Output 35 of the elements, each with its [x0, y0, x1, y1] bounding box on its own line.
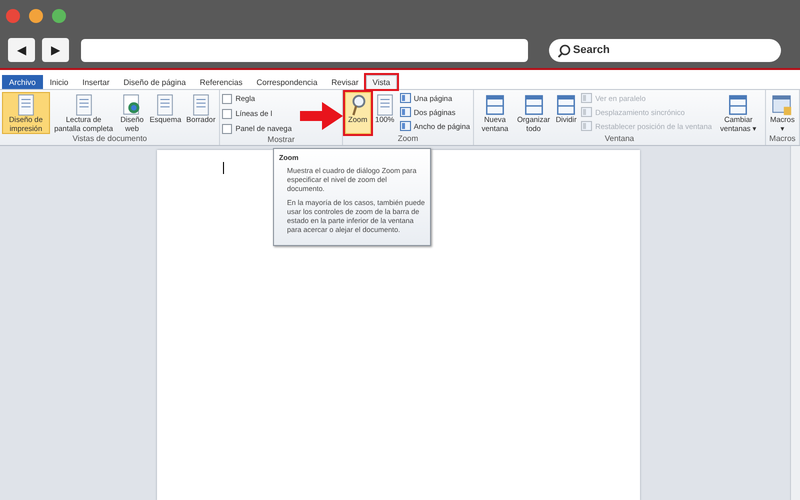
window-icon [522, 94, 545, 116]
maximize-dot [51, 8, 67, 24]
pointer-arrow [300, 101, 344, 131]
group-label: Vistas de documento [71, 134, 148, 145]
scrollbar[interactable] [790, 146, 800, 500]
page-icon [581, 93, 592, 103]
ribbon-tab[interactable]: Diseño de página [116, 75, 193, 89]
ribbon-tab[interactable]: Insertar [75, 75, 116, 89]
ribbon-tab[interactable]: Correspondencia [249, 75, 324, 89]
ribbon-tab[interactable]: Referencias [192, 75, 250, 89]
minimize-dot [28, 8, 44, 24]
window-icon [727, 94, 750, 116]
back-button[interactable]: ◀ [8, 38, 35, 62]
address-field[interactable] [81, 38, 528, 62]
group-label: Ventana [604, 134, 636, 145]
ribbon-tab[interactable]: Vista [366, 75, 398, 89]
search-field[interactable]: Search [549, 38, 781, 62]
forward-button[interactable]: ▶ [42, 38, 69, 62]
window-icon [484, 94, 506, 116]
window-icon [555, 94, 578, 116]
page-icon [400, 121, 411, 131]
page-icon [581, 107, 592, 117]
text-cursor [223, 162, 224, 174]
ribbon-tab[interactable]: Revisar [324, 75, 366, 89]
page-icon [581, 121, 592, 131]
file-tab[interactable]: Archivo [2, 75, 43, 89]
page-icon [400, 107, 411, 117]
macro-sheet-icon [771, 94, 794, 116]
search-icon [557, 44, 571, 58]
ribbon-tab[interactable]: Inicio [42, 75, 76, 89]
close-dot [5, 8, 21, 24]
group-label: Macros [768, 134, 797, 145]
page-icon [400, 93, 411, 103]
group-label: Mostrar [266, 135, 296, 145]
group-label: Zoom [396, 134, 420, 145]
